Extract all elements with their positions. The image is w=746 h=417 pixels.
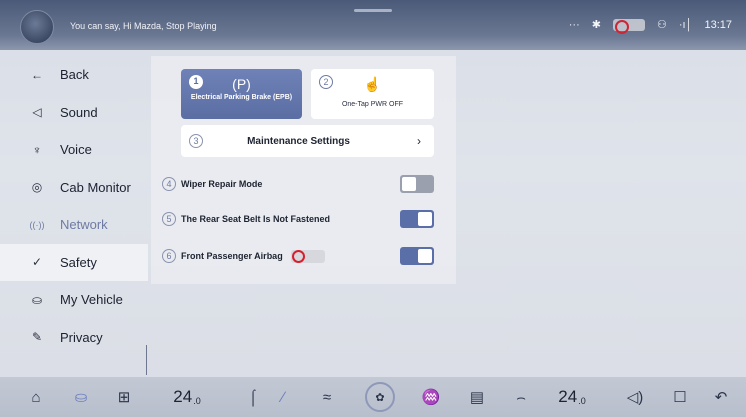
wiper-repair-row: 4 Wiper Repair Mode — [162, 173, 436, 195]
status-bar: You can say, Hi Mazda, Stop Playing ··· … — [0, 0, 746, 50]
pull-down-handle[interactable] — [354, 9, 392, 12]
microphone-icon: ♆ — [32, 142, 42, 157]
maintenance-settings-row[interactable]: 3 Maintenance Settings › — [181, 125, 434, 157]
seat-ventilation-icon[interactable]: ⌢ — [508, 377, 534, 417]
pwr-label: One-Tap PWR OFF — [341, 101, 404, 108]
right-temperature[interactable]: 24.0 — [550, 377, 594, 417]
car-icon: ⛀ — [31, 292, 43, 307]
menu-divider — [146, 345, 147, 375]
status-icons: ··· ✱ ⚇ ·ı│ 13:17 — [569, 18, 732, 34]
wiper-repair-toggle[interactable] — [400, 175, 434, 193]
menu-item-label: My Vehicle — [60, 292, 123, 308]
car-icon[interactable]: ⛀ — [68, 377, 94, 417]
redacted-sticker — [290, 249, 325, 263]
volume-icon[interactable]: ◁) — [620, 377, 650, 417]
air-recirculation-icon[interactable]: ≈ — [312, 377, 342, 417]
fan-icon: ✿ — [365, 382, 395, 412]
right-temperature-decimal: .0 — [578, 396, 586, 406]
user-profile-icon[interactable]: ⚇ — [657, 18, 667, 31]
callout-number: 2 — [319, 75, 333, 89]
redacted-sticker — [612, 18, 645, 34]
rear-defrost-icon[interactable]: ▤ — [464, 377, 490, 417]
epb-label: Electrical Parking Brake (EPB) — [190, 94, 293, 101]
menu-item-label: Back — [60, 67, 89, 83]
chevron-right-icon: › — [417, 134, 421, 148]
left-temperature-decimal: .0 — [193, 396, 201, 406]
menu-item-sound[interactable]: ◁ Sound — [0, 94, 148, 132]
signal-icon: ·ı│ — [678, 18, 693, 31]
left-temperature-value: 24 — [173, 387, 193, 406]
wiper-repair-label: Wiper Repair Mode — [181, 179, 263, 189]
menu-item-label: Voice — [60, 142, 92, 158]
voice-hint-text: You can say, Hi Mazda, Stop Playing — [70, 21, 217, 31]
menu-item-back[interactable]: ← Back — [0, 56, 148, 94]
toggle-knob — [402, 177, 416, 191]
speaker-icon: ◁ — [32, 105, 42, 120]
camera-icon: ◎ — [31, 180, 43, 195]
clock: 13:17 — [704, 18, 732, 31]
settings-menu: ← Back ◁ Sound ♆ Voice ◎ Cab Monitor ((·… — [0, 56, 148, 356]
menu-item-label: Cab Monitor — [60, 179, 131, 195]
menu-item-voice[interactable]: ♆ Voice — [0, 131, 148, 169]
front-passenger-airbag-toggle[interactable] — [400, 247, 434, 265]
wifi-icon: ((·)) — [29, 219, 45, 230]
menu-item-label: Sound — [60, 104, 98, 120]
voice-assistant-button[interactable] — [20, 10, 54, 44]
toggle-knob — [418, 249, 432, 263]
callout-number: 6 — [162, 249, 176, 263]
bluetooth-icon: ✱ — [591, 19, 601, 31]
fan-button[interactable]: ✿ — [360, 377, 400, 417]
one-tap-pwr-off-button[interactable]: 2 ☝ One-Tap PWR OFF — [311, 69, 434, 119]
menu-item-cab-monitor[interactable]: ◎ Cab Monitor — [0, 169, 148, 207]
callout-number: 5 — [162, 212, 176, 226]
rear-seat-belt-label: The Rear Seat Belt Is Not Fastened — [181, 214, 331, 224]
callout-number: 1 — [189, 75, 203, 89]
apps-grid-icon[interactable]: ⊞ — [112, 377, 136, 417]
menu-item-network[interactable]: ((·)) Network — [0, 206, 148, 244]
lock-icon[interactable]: ☐ — [668, 377, 692, 417]
climate-dock: ⌂ ⛀ ⊞ 24.0 ⌠ ∕ ≈ ✿ ♒ ▤ ⌢ 24.0 ◁) ☐ ↶ — [0, 377, 746, 417]
edit-icon: ✎ — [31, 330, 43, 345]
right-temperature-value: 24 — [558, 387, 578, 406]
menu-item-label: Privacy — [60, 329, 103, 345]
rear-seat-belt-row: 5 The Rear Seat Belt Is Not Fastened — [162, 208, 436, 230]
menu-item-my-vehicle[interactable]: ⛀ My Vehicle — [0, 281, 148, 319]
rear-seat-belt-toggle[interactable] — [400, 210, 434, 228]
callout-number: 4 — [162, 177, 176, 191]
front-passenger-airbag-label: Front Passenger Airbag — [181, 251, 283, 261]
menu-item-label: Safety — [60, 254, 97, 270]
toggle-knob — [418, 212, 432, 226]
wiper-icon[interactable]: ∕ — [270, 377, 296, 417]
back-arrow-icon: ← — [31, 67, 43, 82]
menu-item-privacy[interactable]: ✎ Privacy — [0, 319, 148, 357]
home-icon[interactable]: ⌂ — [24, 377, 48, 417]
epb-button[interactable]: 1 (P) Electrical Parking Brake (EPB) — [181, 69, 302, 119]
menu-item-label: Network — [60, 217, 108, 233]
seat-heat-icon[interactable]: ⌠ — [240, 377, 266, 417]
trunk-icon[interactable]: ↶ — [708, 377, 734, 417]
front-passenger-airbag-row: 6 Front Passenger Airbag — [162, 245, 436, 267]
menu-item-safety[interactable]: ✓ Safety — [0, 243, 148, 281]
left-temperature[interactable]: 24.0 — [165, 377, 209, 417]
shield-icon: ✓ — [31, 255, 43, 270]
front-defrost-icon[interactable]: ♒ — [418, 377, 444, 417]
maintenance-label: Maintenance Settings — [247, 135, 350, 147]
more-icon[interactable]: ··· — [569, 19, 580, 31]
